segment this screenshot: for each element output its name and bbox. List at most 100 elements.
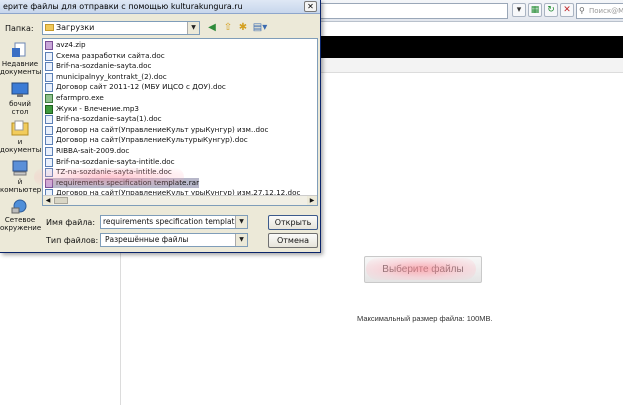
- back-icon[interactable]: ◀: [206, 22, 218, 34]
- word-document-icon: [45, 51, 53, 61]
- word-document-icon: [45, 62, 53, 72]
- file-name: municipalnyy_kontrakt_(2).doc: [56, 71, 167, 81]
- file-list-item[interactable]: Brif-na-sozdanie-sayta.doc: [45, 61, 152, 72]
- filename-label: Имя файла:: [46, 218, 96, 227]
- recent-documents-icon: [12, 42, 26, 57]
- up-folder-icon[interactable]: ⇧: [222, 22, 234, 34]
- chevron-down-icon[interactable]: ▼: [235, 216, 247, 228]
- search-icon: ⚲: [579, 6, 585, 15]
- file-list-item[interactable]: Договор сайт 2011-12 (МБУ ИЦСО с ДОУ).do…: [45, 82, 226, 93]
- executable-file-icon: [45, 94, 53, 103]
- folder-select[interactable]: Загрузки ▼: [42, 21, 200, 35]
- dialog-title: ерите файлы для отправки с помощью kultu…: [3, 2, 243, 11]
- place-my-computer[interactable]: й компьютер: [0, 160, 42, 194]
- file-list[interactable]: avz4.zip Схема разработки сайта.doc Brif-n…: [42, 38, 318, 206]
- file-name: Схема разработки сайта.doc: [56, 50, 165, 60]
- stop-icon[interactable]: ✕: [560, 3, 574, 17]
- file-name: Договор на сайт(УправлениеКульт урыКунгу…: [56, 124, 269, 134]
- my-computer-icon: [12, 160, 28, 176]
- word-document-icon: [45, 72, 53, 82]
- file-name: Договор сайт 2011-12 (МБУ ИЦСО с ДОУ).do…: [56, 82, 226, 92]
- file-list-item[interactable]: RIBBA-sait-2009.doc: [45, 146, 129, 156]
- address-bar[interactable]: [318, 3, 508, 19]
- cancel-button[interactable]: Отмена: [268, 233, 318, 248]
- file-list-item[interactable]: Схема разработки сайта.doc: [45, 51, 165, 61]
- place-network[interactable]: Сетевое окружение: [0, 198, 42, 232]
- compatibility-icon[interactable]: ▦: [528, 3, 542, 17]
- file-list-item[interactable]: requirements specification template.rar: [45, 177, 200, 188]
- filetype-label: Тип файлов:: [46, 236, 99, 245]
- file-name: Жуки - Влечение.mp3: [56, 103, 140, 113]
- file-list-item[interactable]: Договор на сайт(УправлениеКультурыКунгур…: [45, 135, 248, 146]
- view-menu-icon[interactable]: ▤▾: [252, 22, 268, 34]
- search-input[interactable]: ⚲ Поиск@Mail: [576, 3, 623, 19]
- place-desktop[interactable]: бочий стол: [0, 82, 40, 116]
- file-list-item[interactable]: Договор на сайт(УправлениеКульт урыКунгу…: [45, 125, 268, 135]
- places-bar: Недавние документы бочий стол и документ…: [0, 38, 42, 248]
- folder-value: Загрузки: [56, 23, 95, 32]
- scroll-right-icon[interactable]: ▶: [307, 196, 317, 205]
- file-name: avz4.zip: [56, 40, 86, 49]
- word-document-icon: [45, 125, 53, 135]
- close-icon: ✕: [307, 2, 314, 11]
- dropdown-button[interactable]: ▾: [512, 3, 526, 17]
- close-button[interactable]: ✕: [304, 1, 317, 12]
- archive-file-icon: [45, 41, 53, 50]
- folder-icon: [45, 24, 54, 31]
- file-list-item[interactable]: efarmpro.exe: [45, 93, 104, 103]
- place-my-documents[interactable]: и документы: [0, 120, 42, 154]
- audio-file-icon: [45, 104, 53, 114]
- max-file-size-text: Максимальный размер файла: 100MB.: [357, 314, 493, 323]
- open-button-label: Открыть: [274, 218, 312, 227]
- filetype-select[interactable]: Разрешённые файлы ▼: [100, 233, 248, 247]
- place-label: и документы: [0, 138, 42, 154]
- file-name: TZ-na-sozdanie-sayta-intitle.doc: [56, 167, 172, 177]
- place-label: й компьютер: [0, 178, 42, 194]
- scrollbar-thumb[interactable]: [54, 197, 68, 204]
- archive-file-icon: [45, 178, 53, 188]
- file-name: Brif-na-sozdanie-sayta(1).doc: [56, 114, 162, 124]
- word-document-icon: [45, 115, 53, 125]
- cancel-button-label: Отмена: [276, 236, 310, 245]
- horizontal-scrollbar[interactable]: ◀ ▶: [43, 195, 317, 205]
- file-list-item[interactable]: municipalnyy_kontrakt_(2).doc: [45, 72, 167, 82]
- filetype-value: Разрешённые файлы: [105, 235, 189, 244]
- folder-label: Папка:: [5, 24, 34, 33]
- file-list-item[interactable]: TZ-na-sozdanie-sayta-intitle.doc: [45, 167, 172, 178]
- word-document-icon: [45, 168, 53, 178]
- new-folder-icon[interactable]: ✱: [237, 22, 249, 34]
- search-placeholder: Поиск@Mail: [589, 7, 623, 15]
- scroll-left-icon[interactable]: ◀: [43, 196, 53, 205]
- dialog-titlebar[interactable]: ерите файлы для отправки с помощью kultu…: [0, 0, 320, 14]
- desktop-icon: [11, 82, 29, 97]
- file-name: requirements specification template.rar: [56, 177, 200, 187]
- choose-files-button[interactable]: Выберите файлы: [364, 256, 482, 283]
- word-document-icon: [45, 157, 53, 167]
- file-list-item[interactable]: avz4.zip: [45, 40, 86, 50]
- refresh-icon[interactable]: ↻: [544, 3, 558, 17]
- file-name: Brif-na-sozdanie-sayta.doc: [56, 61, 152, 71]
- my-documents-icon: [11, 120, 29, 136]
- word-document-icon: [45, 147, 53, 156]
- file-name: Brif-na-sozdanie-sayta-intitle.doc: [56, 156, 175, 166]
- filename-value: requirements specification template.rar: [103, 217, 248, 226]
- file-name: Договор на сайт(УправлениеКультурыКунгур…: [56, 135, 248, 145]
- chevron-down-icon[interactable]: ▼: [235, 234, 247, 246]
- file-list-item[interactable]: Жуки - Влечение.mp3: [45, 104, 139, 114]
- file-list-item[interactable]: Brif-na-sozdanie-sayta-intitle.doc: [45, 157, 175, 167]
- file-name: efarmpro.exe: [56, 93, 104, 102]
- word-document-icon: [45, 136, 53, 146]
- network-icon: [11, 199, 27, 214]
- filename-input[interactable]: requirements specification template.rar …: [100, 215, 248, 229]
- chevron-down-icon[interactable]: ▼: [187, 22, 199, 34]
- place-label: Недавние документы: [0, 60, 42, 76]
- place-recent-documents[interactable]: Недавние документы: [0, 42, 42, 76]
- choose-files-label: Выберите файлы: [382, 264, 464, 275]
- file-name: RIBBA-sait-2009.doc: [56, 146, 130, 155]
- open-button[interactable]: Открыть: [268, 215, 318, 230]
- file-open-dialog: ерите файлы для отправки с помощью kultu…: [0, 0, 321, 253]
- place-label: бочий стол: [9, 100, 31, 116]
- place-label: Сетевое окружение: [0, 216, 42, 232]
- file-list-item[interactable]: Brif-na-sozdanie-sayta(1).doc: [45, 114, 162, 125]
- word-document-icon: [45, 83, 53, 93]
